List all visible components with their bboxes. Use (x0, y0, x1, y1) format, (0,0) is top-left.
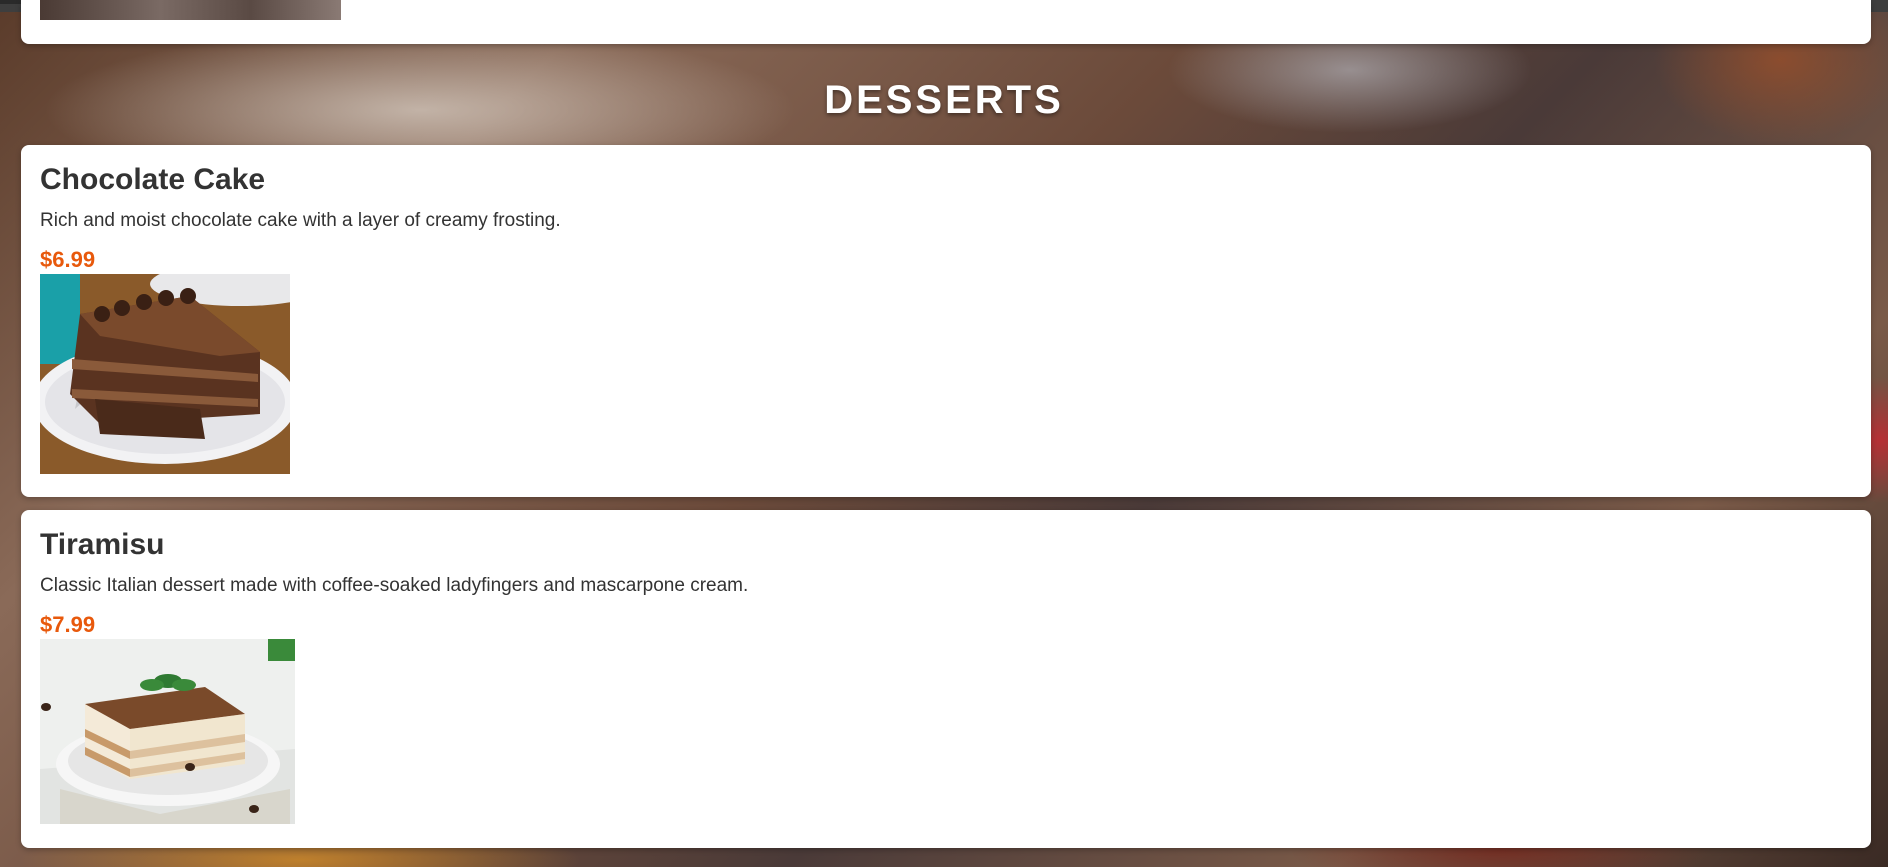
item-price: $6.99 (40, 247, 96, 272)
item-description: Rich and moist chocolate cake with a lay… (40, 210, 561, 231)
section-title: DESSERTS (824, 78, 1064, 122)
item-description: Classic Italian dessert made with coffee… (40, 575, 749, 596)
previous-menu-item-card (21, 0, 1871, 44)
menu-item-card: Chocolate Cake Rich and moist chocolate … (21, 145, 1871, 497)
previous-item-photo (40, 0, 341, 20)
menu-item-card: Tiramisu Classic Italian dessert made wi… (21, 510, 1871, 848)
item-price: $7.99 (40, 612, 96, 637)
item-name: Tiramisu (40, 528, 165, 561)
chocolate-cake-photo (40, 274, 290, 474)
tiramisu-photo (40, 639, 295, 824)
item-name: Chocolate Cake (40, 163, 266, 196)
